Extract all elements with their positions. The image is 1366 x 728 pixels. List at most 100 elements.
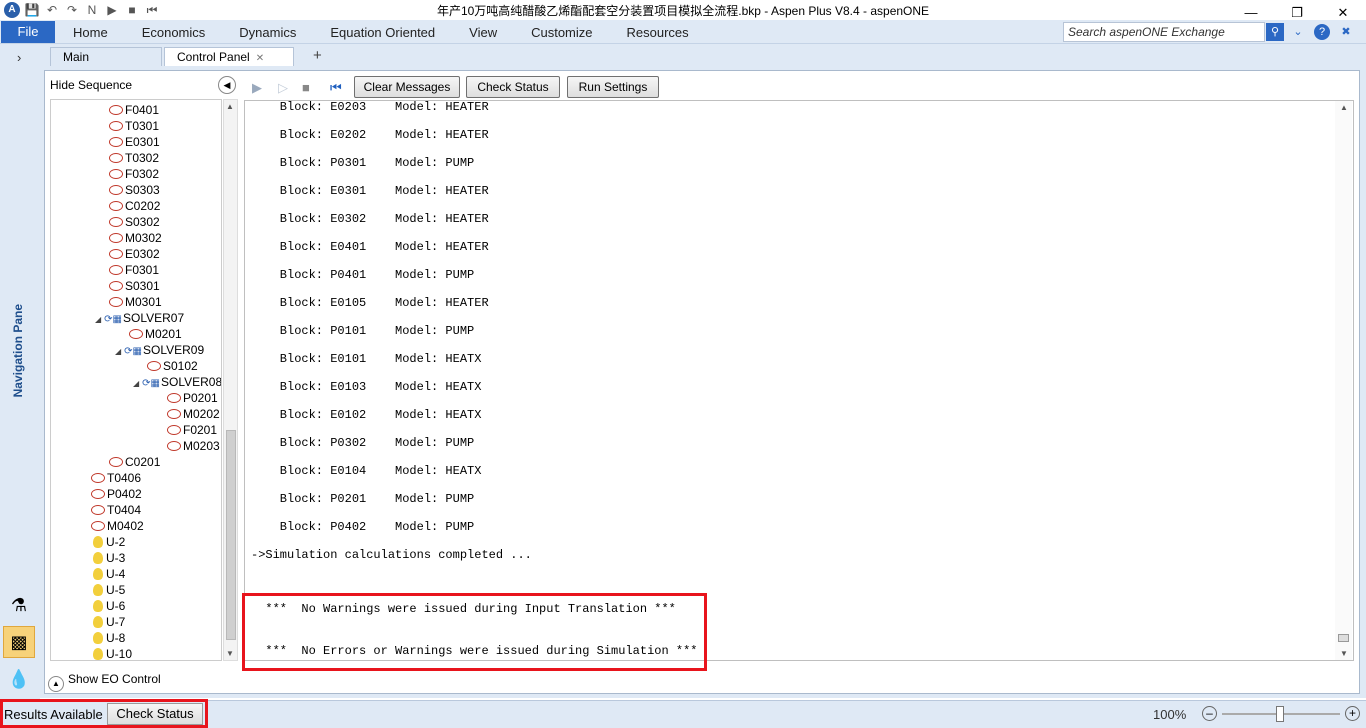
sequence-item[interactable]: U-2 xyxy=(93,534,125,550)
expand-icon[interactable]: ◢ xyxy=(95,312,101,328)
sequence-item[interactable]: M0201 xyxy=(129,326,182,342)
sequence-item[interactable]: F0401 xyxy=(109,102,159,118)
scroll-down-icon[interactable]: ▼ xyxy=(1340,649,1348,658)
sequence-item[interactable]: U-3 xyxy=(93,550,125,566)
sequence-item-label: U-4 xyxy=(106,567,126,581)
menu-item-equation-oriented[interactable]: Equation Oriented xyxy=(313,20,452,44)
console-line: Block: P0301 Model: PUMP xyxy=(251,156,475,170)
navigation-pane-label[interactable]: Navigation Pane xyxy=(11,304,25,397)
help-icon[interactable]: ? xyxy=(1314,24,1330,40)
sequence-item[interactable]: ◢ ⟳▦SOLVER08 xyxy=(133,374,221,392)
block-icon xyxy=(109,249,123,259)
stop-icon[interactable]: ■ xyxy=(302,80,310,95)
bulb-icon xyxy=(93,616,103,628)
sequence-item[interactable]: T0404 xyxy=(91,502,141,518)
expand-nav-icon[interactable]: › xyxy=(17,50,21,65)
reset-icon[interactable]: ⏮ xyxy=(330,80,342,96)
tab-control-panel[interactable]: Control Panel ✕ xyxy=(164,47,294,66)
minimize-button[interactable]: — xyxy=(1228,0,1274,20)
expand-icon[interactable]: ◢ xyxy=(133,376,139,392)
zoom-in-icon[interactable]: + xyxy=(1345,706,1360,721)
sequence-item[interactable]: E0301 xyxy=(109,134,160,150)
sequence-item[interactable]: U-10 xyxy=(93,646,132,660)
sequence-item[interactable]: F0201 xyxy=(167,422,217,438)
console-line: Block: E0104 Model: HEATX xyxy=(251,464,482,478)
tab-main-flowsheet[interactable]: Main Flowsheet✕ xyxy=(50,47,162,82)
close-icon[interactable]: ✖ xyxy=(1338,24,1354,40)
block-icon xyxy=(109,105,123,115)
file-menu[interactable]: File xyxy=(1,21,55,43)
run-settings-button[interactable]: Run Settings xyxy=(567,76,659,98)
sequence-item[interactable]: C0202 xyxy=(109,198,160,214)
sequence-item[interactable]: T0301 xyxy=(109,118,159,134)
collapse-icon[interactable]: ◀ xyxy=(218,76,236,94)
sequence-item[interactable]: M0301 xyxy=(109,294,162,310)
energy-icon[interactable]: 💧 xyxy=(3,663,35,695)
solver-icon: ⟳▦ xyxy=(124,346,142,357)
new-tab-icon[interactable]: + xyxy=(313,47,322,64)
close-tab-icon[interactable]: ✕ xyxy=(256,53,264,64)
sequence-item[interactable]: M0402 xyxy=(91,518,144,534)
message-console[interactable]: Block: E0203 Model: HEATER Block: E0202 … xyxy=(244,100,1354,661)
chevron-down-icon[interactable]: ⌄ xyxy=(1290,24,1306,40)
sequence-item[interactable]: ◢ ⟳▦SOLVER09 xyxy=(115,342,204,358)
step-icon[interactable]: ▷ xyxy=(278,80,288,96)
menu-item-view[interactable]: View xyxy=(452,20,514,44)
tree-scrollbar[interactable]: ▲ ▼ xyxy=(223,99,238,661)
sequence-item[interactable]: M0203 xyxy=(167,438,220,454)
console-line: Block: P0401 Model: PUMP xyxy=(251,268,475,282)
menu-item-resources[interactable]: Resources xyxy=(610,20,706,44)
sequence-item[interactable]: F0302 xyxy=(109,166,159,182)
bulb-icon xyxy=(93,536,103,548)
sequence-tree[interactable]: F0401 T0301 E0301 T0302 F0302 S0303 C0202 S0302… xyxy=(50,99,222,661)
menu-item-customize[interactable]: Customize xyxy=(514,20,609,44)
sequence-item[interactable]: U-8 xyxy=(93,630,125,646)
properties-icon[interactable]: ⚗ xyxy=(3,589,35,621)
console-line: Block: E0202 Model: HEATER xyxy=(251,128,489,142)
sequence-item[interactable]: S0303 xyxy=(109,182,160,198)
sequence-item[interactable]: C0201 xyxy=(109,454,160,470)
menu-item-economics[interactable]: Economics xyxy=(125,20,223,44)
menu-item-home[interactable]: Home xyxy=(56,20,125,44)
scroll-up-icon[interactable]: ▲ xyxy=(1340,103,1348,112)
sequence-item-label: S0303 xyxy=(125,183,160,197)
scroll-up-icon[interactable]: ▲ xyxy=(226,102,234,111)
sequence-item-label: U-7 xyxy=(106,615,126,629)
sequence-item[interactable]: F0301 xyxy=(109,262,159,278)
sequence-item[interactable]: S0102 xyxy=(147,358,198,374)
sequence-item-label: M0301 xyxy=(125,295,162,309)
sequence-item[interactable]: S0302 xyxy=(109,214,160,230)
sequence-item[interactable]: U-4 xyxy=(93,566,125,582)
simulation-icon[interactable]: ▩ xyxy=(3,626,35,658)
menu-item-dynamics[interactable]: Dynamics xyxy=(222,20,313,44)
sequence-item[interactable]: P0402 xyxy=(91,486,142,502)
close-button[interactable]: ✕ xyxy=(1320,0,1366,20)
sequence-item[interactable]: U-6 xyxy=(93,598,125,614)
sequence-item[interactable]: S0301 xyxy=(109,278,160,294)
sequence-item[interactable]: M0302 xyxy=(109,230,162,246)
sequence-item[interactable]: T0302 xyxy=(109,150,159,166)
scroll-down-icon[interactable]: ▼ xyxy=(226,649,234,658)
hide-sequence-label[interactable]: Hide Sequence xyxy=(50,78,132,92)
sequence-item-label: M0201 xyxy=(145,327,182,341)
sequence-item[interactable]: E0302 xyxy=(109,246,160,262)
search-icon[interactable]: ⚲ xyxy=(1266,23,1284,41)
expand-icon[interactable]: ◢ xyxy=(115,344,121,360)
sequence-item-label: C0201 xyxy=(125,455,161,469)
run-icon[interactable]: ▶ xyxy=(252,80,262,96)
sequence-item[interactable]: U-5 xyxy=(93,582,125,598)
restore-button[interactable]: ❐ xyxy=(1274,0,1320,20)
search-input[interactable]: Search aspenONE Exchange xyxy=(1063,22,1265,42)
console-line: Block: E0301 Model: HEATER xyxy=(251,184,489,198)
clear-messages-button[interactable]: Clear Messages xyxy=(354,76,460,98)
zoom-out-icon[interactable]: – xyxy=(1202,706,1217,721)
show-eo-control[interactable]: ▲ Show EO Control xyxy=(48,669,161,692)
sequence-item[interactable]: ◢ ⟳▦SOLVER07 xyxy=(95,310,184,326)
zoom-slider[interactable]: – + xyxy=(1200,706,1366,724)
sequence-item[interactable]: T0406 xyxy=(91,470,141,486)
sequence-item[interactable]: U-7 xyxy=(93,614,125,630)
sequence-item[interactable]: P0201 xyxy=(167,390,218,406)
console-scrollbar[interactable]: ▲ ▼ xyxy=(1335,101,1352,660)
sequence-item[interactable]: M0202 xyxy=(167,406,220,422)
check-status-button[interactable]: Check Status xyxy=(466,76,560,98)
